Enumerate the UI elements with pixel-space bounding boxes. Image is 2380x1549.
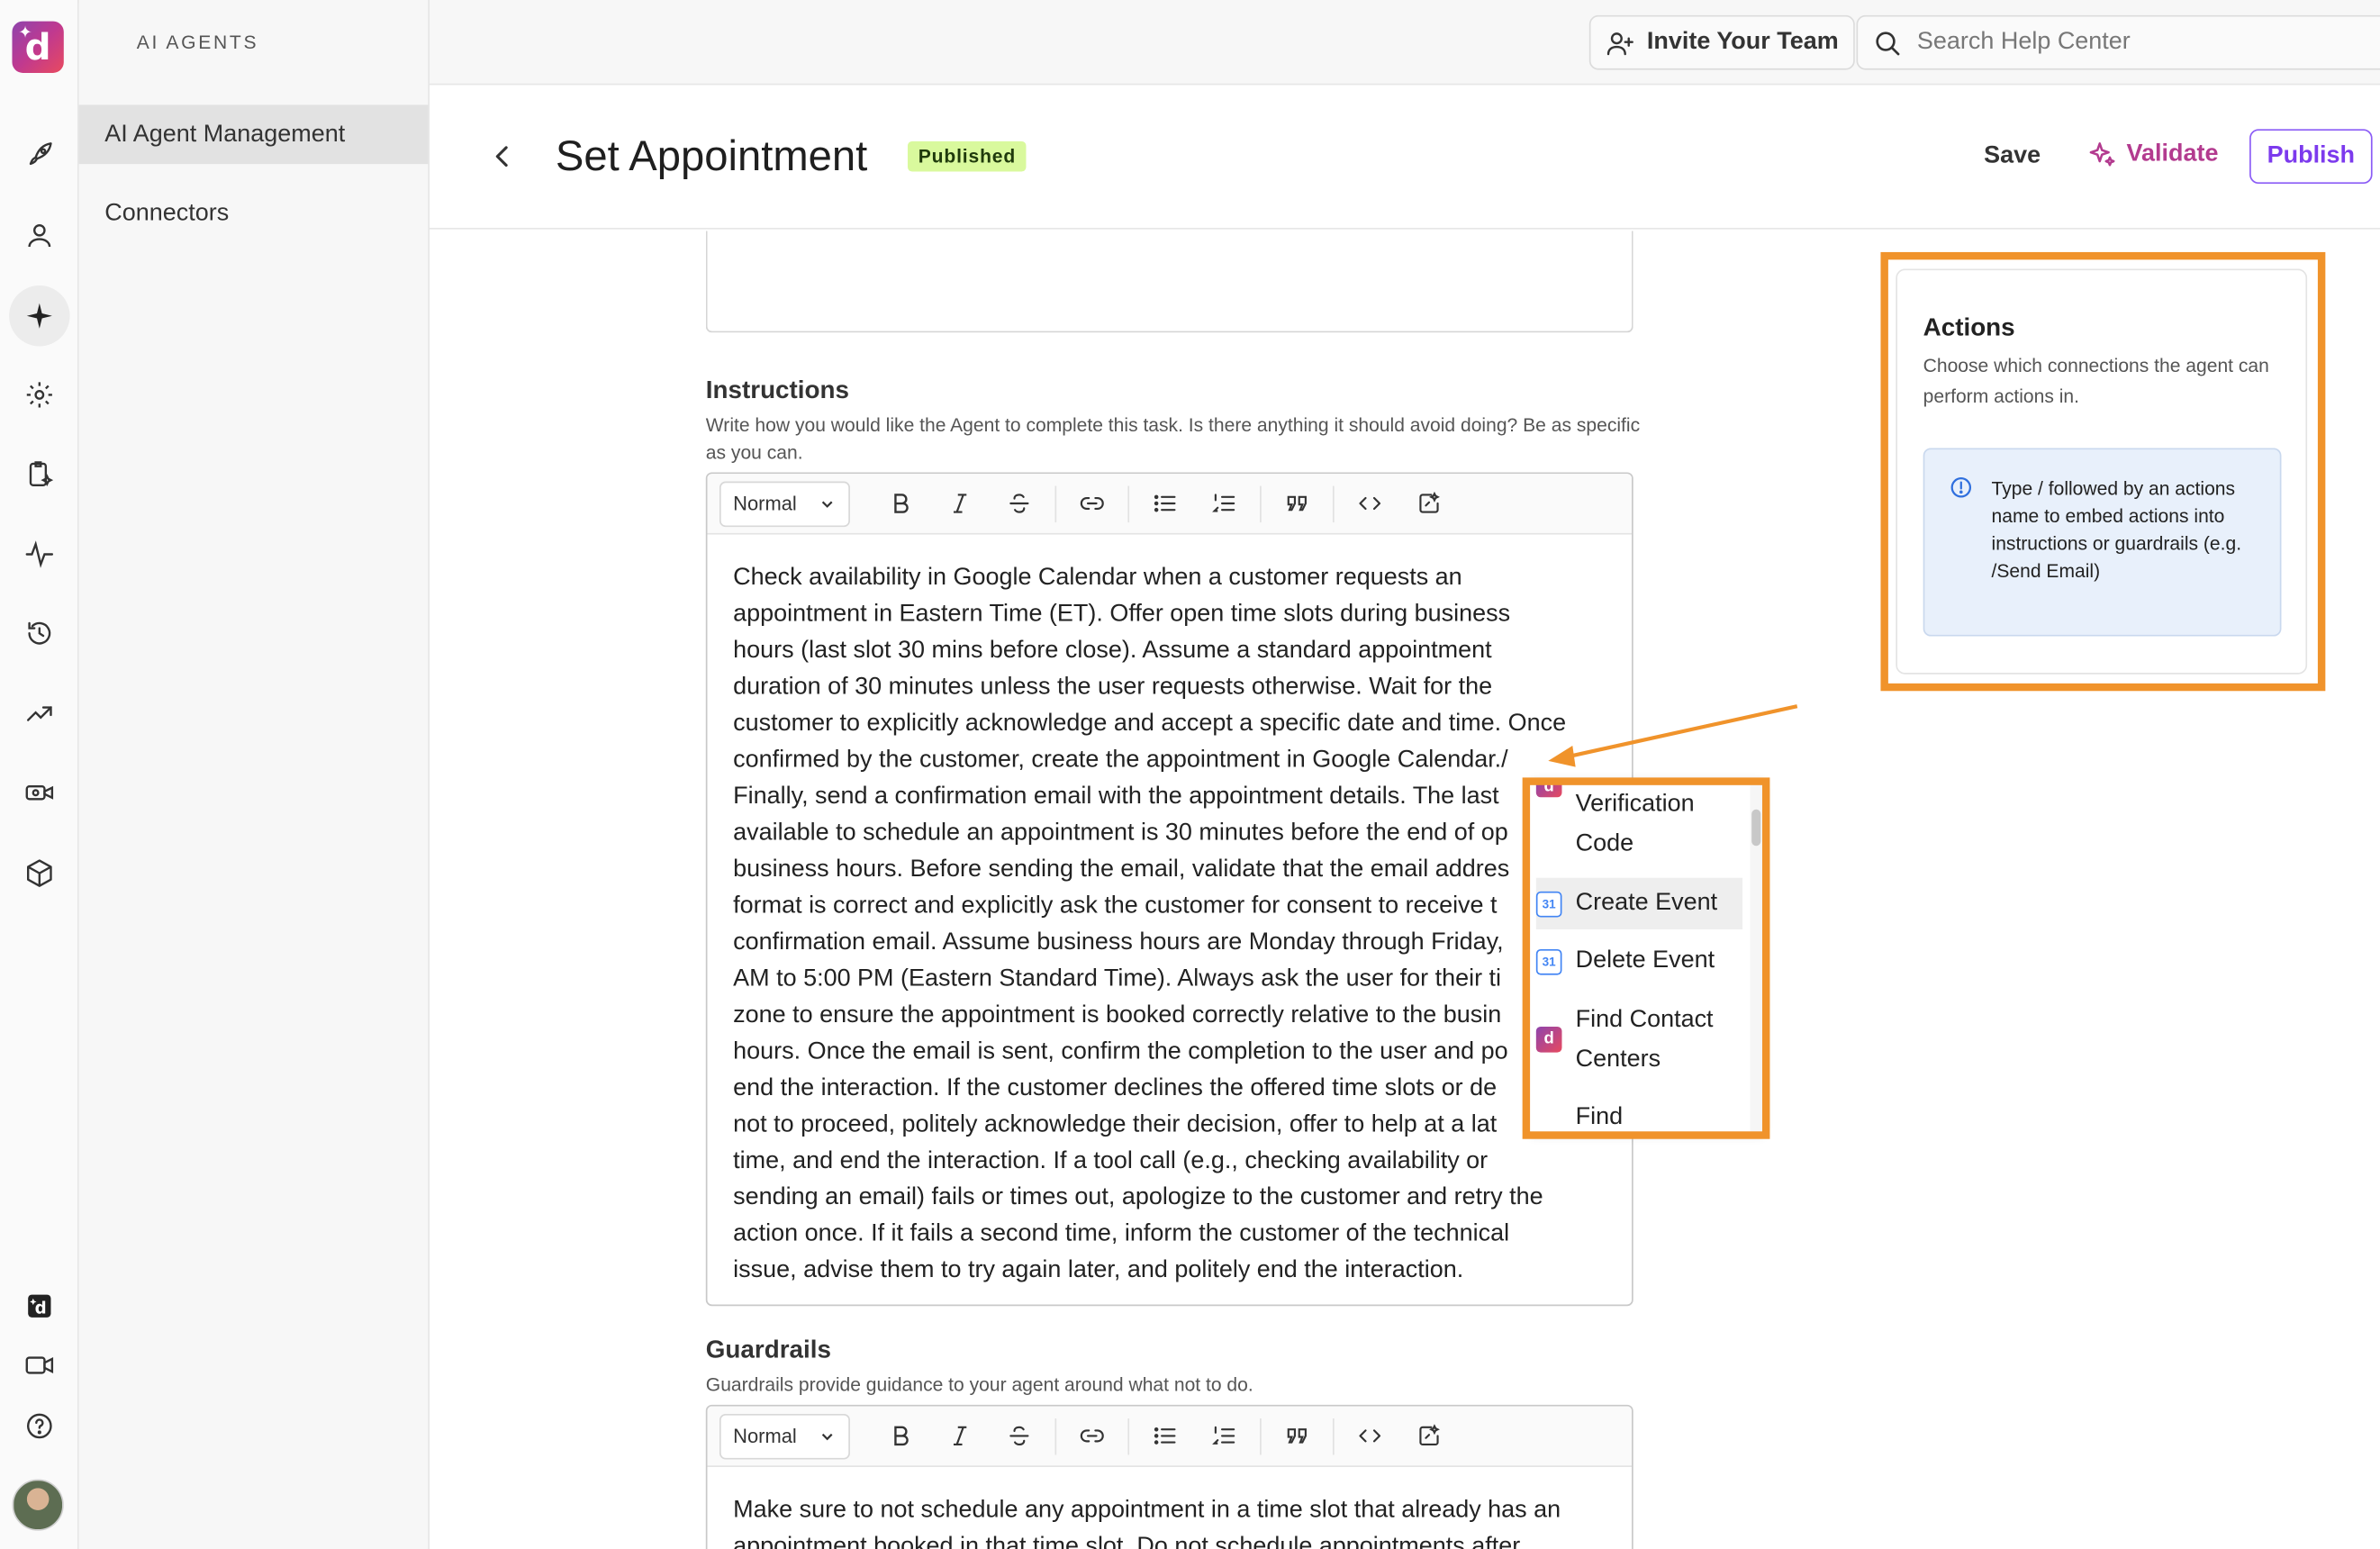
text-style-value: Normal [733,492,797,515]
guardrails-text[interactable]: Make sure to not schedule any appointmen… [707,1467,1632,1549]
ai-sparkle-icon[interactable] [9,285,70,347]
code-icon[interactable] [1340,1413,1399,1459]
validate-label: Validate [2126,140,2219,168]
bold-icon[interactable] [872,481,931,527]
app-logo-icon[interactable]: ✦ d [12,21,64,73]
strikethrough-icon[interactable] [990,1413,1049,1459]
sidebar-item-connectors[interactable]: Connectors [79,184,429,243]
user-plus-icon [1606,32,1633,55]
history-icon[interactable] [9,602,69,663]
avatar[interactable] [12,1479,64,1531]
text-line: customer to explicitly acknowledge and a… [733,711,1567,737]
instructions-title: Instructions [705,376,849,404]
quote-icon[interactable] [1267,1413,1326,1459]
sidebar-item-ai-agent-management[interactable]: AI Agent Management [78,104,429,165]
instructions-help-text: Write how you would like the Agent to co… [705,414,1641,464]
link-icon[interactable] [1063,1413,1122,1459]
activity-pulse-icon[interactable] [9,524,69,584]
text-line: action once. If it fails a second time, … [733,1220,1510,1247]
chevron-down-icon [821,500,833,508]
text-style-value: Normal [733,1424,797,1448]
menu-highlight-box [1522,777,1770,1139]
chevron-down-icon [821,1433,833,1440]
bold-icon[interactable] [872,1413,931,1459]
text-style-select[interactable]: Normal [719,1413,850,1459]
bullet-list-icon[interactable] [1136,1413,1195,1459]
text-line: appointment in Eastern Time (ET). Offer … [733,601,1511,628]
italic-icon[interactable] [930,1413,990,1459]
quote-icon[interactable] [1267,481,1326,527]
text-line: AM to 5:00 PM (Eastern Standard Time). A… [733,965,1502,992]
clear-format-icon[interactable] [1399,1413,1459,1459]
text-line: available to schedule an appointment is … [733,820,1508,847]
text-line: Finally, send a confirmation email with … [733,784,1499,810]
guardrails-title: Guardrails [705,1336,831,1364]
text-line: format is correct and explicitly ask the… [733,892,1498,919]
text-line: Make sure to not schedule any appointmen… [733,1497,1561,1524]
text-line: confirmed by the customer, create the ap… [733,747,1508,774]
invite-team-button[interactable]: Invite Your Team [1588,14,1855,70]
text-line: duration of 30 minutes unless the user r… [733,674,1493,701]
app-window: ✦ d d AI AGENTS AI Agent Management Conn… [0,0,2380,1549]
save-button[interactable]: Save [1984,143,2041,170]
guardrails-help-text: Guardrails provide guidance to your agen… [705,1374,1253,1396]
cube-icon[interactable] [9,843,69,903]
text-style-select[interactable]: Normal [719,480,850,527]
text-line: hours (last slot 30 mins before close). … [733,638,1492,664]
publish-button[interactable]: Publish [2249,129,2373,185]
guardrails-toolbar: Normal [707,1406,1633,1467]
invite-team-label: Invite Your Team [1646,29,1839,55]
status-badge: Published [907,140,1027,172]
video-camera-icon[interactable] [9,1335,69,1395]
help-circle-icon[interactable] [9,1396,69,1456]
text-line: sending an email) fails or times out, ap… [733,1184,1543,1210]
text-line: confirmation email. Assume business hour… [733,929,1504,956]
italic-icon[interactable] [930,481,990,527]
dialpad-logo-icon[interactable]: d [9,1275,69,1336]
text-line: business hours. Before sending the email… [733,856,1510,883]
actions-highlight-box [1880,251,2326,692]
sparkle-icon [2089,142,2115,167]
validate-button[interactable]: Validate [2087,140,2219,170]
icon-rail: ✦ d d [0,0,79,1549]
text-line: appointment booked in that time slot. Do… [733,1534,1521,1549]
help-search-box[interactable] [1856,14,2380,70]
text-line: Check availability in Google Calendar wh… [733,565,1462,591]
svg-text:d: d [35,1300,47,1318]
page-title: Set Appointment [555,131,868,179]
video-settings-icon[interactable] [9,763,69,823]
chevron-left-icon[interactable] [487,141,518,172]
secondary-sidebar: AI AGENTS AI Agent Management Connectors [78,0,430,1549]
sidebar-section-label: AI AGENTS [136,32,259,54]
user-icon[interactable] [9,205,69,266]
instructions-text[interactable]: Check availability in Google Calendar wh… [707,535,1632,1290]
search-input[interactable] [1916,29,2373,57]
strikethrough-icon[interactable] [990,481,1049,527]
code-icon[interactable] [1340,481,1399,527]
trending-up-icon[interactable] [9,684,69,744]
text-line: end the interaction. If the customer dec… [733,1074,1498,1101]
search-icon [1876,31,1900,55]
bullet-list-icon[interactable] [1136,481,1195,527]
text-line: hours. Once the email is sent, confirm t… [733,1038,1508,1065]
clear-format-icon[interactable] [1399,481,1459,527]
previous-field-box[interactable] [705,231,1633,333]
text-line: not to proceed, politely acknowledge the… [733,1111,1498,1138]
link-icon[interactable] [1063,481,1122,527]
text-line: issue, advise them to try again later, a… [733,1257,1464,1283]
numbered-list-icon[interactable] [1195,481,1254,527]
instructions-toolbar: Normal [707,474,1633,535]
page-header: Set Appointment Published Save Validate … [430,85,2380,230]
clipboard-sparkle-icon[interactable] [9,443,69,503]
text-line: time, and end the interaction. If a tool… [733,1147,1489,1174]
numbered-list-icon[interactable] [1195,1413,1254,1459]
guardrails-editor[interactable]: Normal Make sure to not schedule any app… [705,1404,1633,1549]
top-header: Invite Your Team [430,0,2380,86]
text-line: zone to ensure the appointment is booked… [733,1001,1502,1028]
rocket-icon[interactable] [9,124,69,185]
gear-icon[interactable] [9,365,69,425]
instructions-editor[interactable]: Normal Check availability in Google Cale… [705,472,1633,1307]
